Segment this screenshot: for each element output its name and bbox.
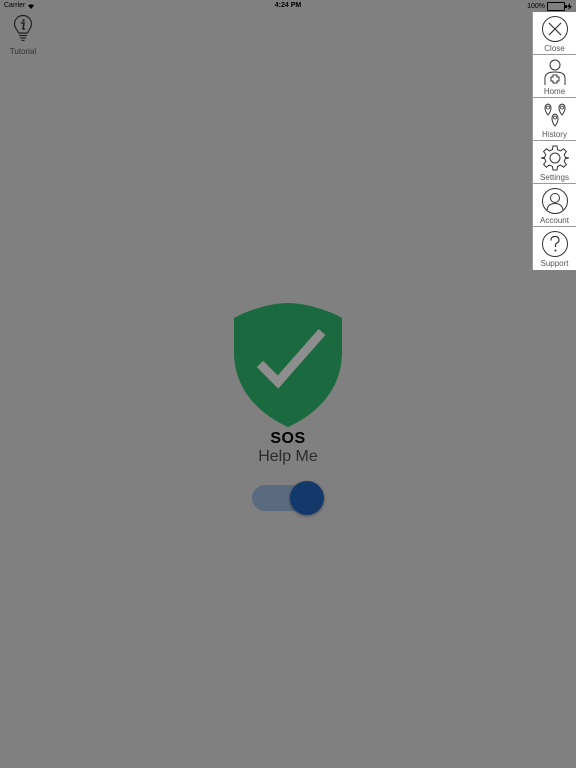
- sos-toggle[interactable]: [252, 481, 326, 515]
- nav-item-history[interactable]: History: [533, 98, 576, 141]
- question-icon: [541, 231, 568, 257]
- status-time: 4:24 PM: [274, 2, 302, 9]
- battery-icon: [547, 2, 567, 11]
- nav-label-account: Account: [540, 216, 569, 225]
- nav-label-support: Support: [540, 259, 569, 268]
- charging-icon: [567, 3, 572, 10]
- account-icon: [541, 188, 568, 214]
- nav-item-close[interactable]: Close: [533, 12, 576, 55]
- help-me-subtitle: Help Me: [258, 448, 318, 465]
- history-icon: [544, 103, 565, 127]
- nav-item-home[interactable]: Home: [533, 55, 576, 98]
- sos-title: SOS: [270, 430, 306, 447]
- tutorial-button[interactable]: Tutorial: [6, 14, 40, 56]
- battery-status: 100%: [527, 2, 572, 11]
- nav-item-support[interactable]: Support: [533, 227, 576, 270]
- nav-item-account[interactable]: Account: [533, 184, 576, 227]
- nav-label-history: History: [542, 130, 567, 139]
- nav-label-close: Close: [544, 44, 565, 53]
- gear-icon: [540, 145, 569, 171]
- nav-label-home: Home: [543, 87, 566, 96]
- home-icon: [544, 59, 565, 85]
- nav-label-settings: Settings: [540, 173, 569, 182]
- close-icon: [541, 16, 568, 42]
- battery-percent: 100%: [527, 3, 545, 10]
- lightbulb-info-icon: [13, 14, 33, 42]
- side-nav: Close Home History Settings Account Supp…: [532, 12, 576, 270]
- shield-check-icon: [234, 303, 342, 427]
- tutorial-label: Tutorial: [9, 47, 37, 56]
- toggle-knob[interactable]: [290, 481, 324, 515]
- status-bar: Carrier 4:24 PM 100%: [0, 0, 576, 12]
- nav-item-settings[interactable]: Settings: [533, 141, 576, 184]
